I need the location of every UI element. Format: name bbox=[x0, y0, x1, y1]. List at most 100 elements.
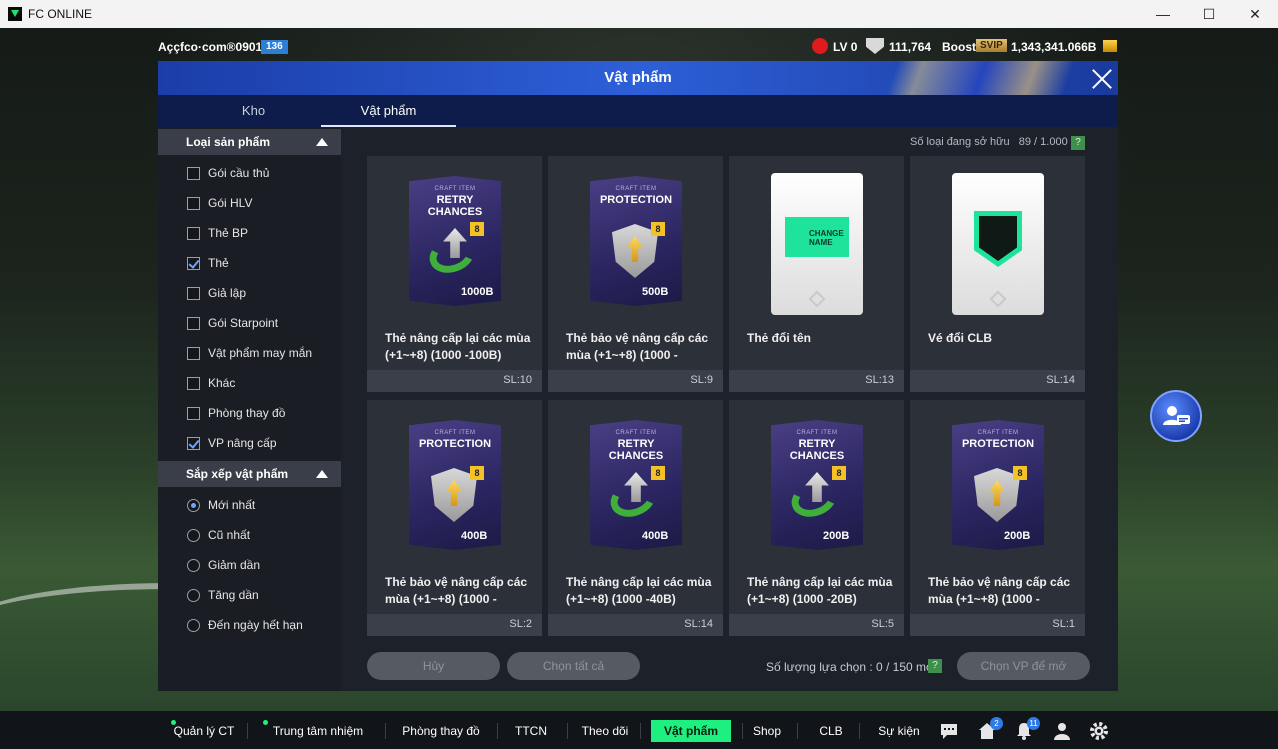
settings-gear-icon[interactable] bbox=[1089, 721, 1109, 741]
nav-su-kien[interactable]: Sự kiện bbox=[878, 720, 920, 742]
sort-section-header[interactable]: Sắp xếp vật phẩm bbox=[158, 461, 341, 487]
tab-kho[interactable]: Kho bbox=[186, 95, 321, 127]
home-icon[interactable]: 2 bbox=[977, 717, 1003, 741]
nav-separator bbox=[567, 723, 568, 739]
close-panel-icon[interactable] bbox=[1089, 66, 1115, 92]
panel-title: Vật phẩm bbox=[604, 69, 672, 86]
sort-option[interactable]: Đến ngày hết hạn bbox=[187, 616, 303, 634]
category-label: Gói Starpoint bbox=[208, 316, 279, 330]
item-image: CRAFT ITEM PROTECTION 8 200B bbox=[910, 400, 1085, 560]
craft-label: CRAFT ITEM bbox=[615, 186, 657, 192]
nav-ttcn[interactable]: TTCN bbox=[510, 720, 552, 742]
item-image bbox=[910, 156, 1085, 316]
item-footer: SL:13 bbox=[729, 370, 904, 392]
status-bar: Aççfco·com®0901q 136 LV 0 111,764 Boost … bbox=[0, 36, 1278, 58]
checkbox[interactable] bbox=[187, 436, 200, 450]
close-window-button[interactable]: ✕ bbox=[1232, 0, 1278, 28]
item-card[interactable]: Vé đổi CLB SL:14 bbox=[910, 156, 1085, 392]
pack-title: RETRY CHANCES bbox=[789, 438, 845, 462]
select-all-button[interactable]: Chọn tất cả bbox=[507, 652, 640, 680]
nav-vat-pham[interactable]: Vật phẩm bbox=[651, 720, 731, 742]
owned-help-icon[interactable]: ? bbox=[1071, 136, 1085, 150]
category-filter-option[interactable]: Vật phẩm may mắn bbox=[187, 344, 312, 362]
radio-button[interactable] bbox=[187, 558, 200, 572]
item-card[interactable]: CRAFT ITEM RETRY CHANCES 8 1000B Thẻ nâng cấ… bbox=[367, 156, 542, 392]
pack-price: 400B bbox=[461, 530, 488, 542]
nav-quan-ly-ct[interactable]: Quản lý CT bbox=[172, 720, 236, 742]
radio-button[interactable] bbox=[187, 498, 200, 512]
craft-label: CRAFT ITEM bbox=[434, 186, 476, 192]
craft-label: CRAFT ITEM bbox=[796, 430, 838, 436]
item-card[interactable]: CRAFT ITEM PROTECTION 8 200B Thẻ bảo vệ nâng… bbox=[910, 400, 1085, 636]
item-quantity: SL:5 bbox=[871, 618, 894, 630]
checkbox[interactable] bbox=[187, 226, 200, 240]
item-card[interactable]: CRAFT ITEM PROTECTION 8 500B Thẻ bảo vệ nâng… bbox=[548, 156, 723, 392]
open-items-button[interactable]: Chọn VP để mở bbox=[957, 652, 1090, 680]
item-name: Thẻ nâng cấp lại các mùa (+1~+8) (1000 -… bbox=[747, 575, 893, 606]
sort-header-label: Sắp xếp vật phẩm bbox=[186, 467, 289, 481]
category-label: Thẻ BP bbox=[208, 226, 249, 240]
item-image: CRAFT ITEM PROTECTION 8 400B bbox=[367, 400, 542, 560]
profile-icon[interactable] bbox=[1052, 721, 1072, 741]
checkbox[interactable] bbox=[187, 196, 200, 210]
minimize-button[interactable]: — bbox=[1140, 0, 1186, 28]
category-filter-option[interactable]: Gói Starpoint bbox=[187, 314, 278, 332]
tab-vat-pham[interactable]: Vật phẩm bbox=[321, 95, 456, 127]
checkbox[interactable] bbox=[187, 406, 200, 420]
selection-help-icon[interactable]: ? bbox=[928, 659, 942, 673]
radio-button[interactable] bbox=[187, 618, 200, 632]
item-card[interactable]: CHANGE NAME Thẻ đổi tên SL:13 bbox=[729, 156, 904, 392]
radio-button[interactable] bbox=[187, 528, 200, 542]
selection-count: Số lượng lựa chọn : 0 / 150 món bbox=[766, 660, 940, 674]
checkbox[interactable] bbox=[187, 286, 200, 300]
checkbox[interactable] bbox=[187, 166, 200, 180]
radio-button[interactable] bbox=[187, 588, 200, 602]
item-name: Thẻ bảo vệ nâng cấp các mùa (+1~+8) (100… bbox=[566, 331, 709, 362]
category-filter-option[interactable]: Thẻ BP bbox=[187, 224, 248, 242]
level-icon bbox=[812, 38, 828, 54]
category-filter-option[interactable]: Thẻ bbox=[187, 254, 229, 272]
category-filter-option[interactable]: Khác bbox=[187, 374, 235, 392]
nav-trung-tam-nhiem-vu[interactable]: Trung tâm nhiệm vụ bbox=[266, 720, 370, 749]
craft-item-pack: CRAFT ITEM RETRY CHANCES 8 400B bbox=[590, 420, 682, 550]
item-card[interactable]: CRAFT ITEM RETRY CHANCES 8 400B Thẻ nâng cấp… bbox=[548, 400, 723, 636]
chat-icon[interactable] bbox=[939, 721, 959, 741]
item-card[interactable]: CRAFT ITEM PROTECTION 8 400B Thẻ bảo vệ nâng… bbox=[367, 400, 542, 636]
rename-card-image: CHANGE NAME bbox=[771, 173, 863, 315]
checkbox[interactable] bbox=[187, 256, 200, 270]
item-card[interactable]: CRAFT ITEM RETRY CHANCES 8 200B Thẻ nâng cấp… bbox=[729, 400, 904, 636]
nav-phong-thay-do[interactable]: Phòng thay đồ bbox=[398, 720, 484, 742]
maximize-button[interactable]: ☐ bbox=[1186, 0, 1232, 28]
category-label: VP nâng cấp bbox=[208, 436, 277, 450]
checkbox[interactable] bbox=[187, 346, 200, 360]
sort-option[interactable]: Cũ nhất bbox=[187, 526, 250, 544]
fc-logo-icon bbox=[808, 290, 826, 308]
nav-shop[interactable]: Shop bbox=[752, 720, 782, 742]
category-section-header[interactable]: Loại sản phẩm bbox=[158, 129, 341, 155]
category-filter-option[interactable]: Gói cầu thủ bbox=[187, 164, 269, 182]
category-filter-option[interactable]: Giả lập bbox=[187, 284, 246, 302]
item-quantity: SL:14 bbox=[684, 618, 713, 630]
category-filter-option[interactable]: Phòng thay đồ bbox=[187, 404, 285, 422]
club-badge-icon bbox=[974, 211, 1022, 267]
checkbox[interactable] bbox=[187, 376, 200, 390]
window-title: FC ONLINE bbox=[28, 7, 93, 21]
friends-chat-button[interactable] bbox=[1150, 390, 1202, 442]
level-badge: 8 bbox=[832, 466, 846, 480]
window-titlebar: FC ONLINE — ☐ ✕ bbox=[0, 0, 1278, 28]
nav-clb[interactable]: CLB bbox=[817, 720, 845, 742]
category-label: Gói cầu thủ bbox=[208, 166, 270, 180]
nav-separator bbox=[497, 723, 498, 739]
nav-theo-doi[interactable]: Theo dõi bbox=[580, 720, 630, 742]
item-image: CRAFT ITEM PROTECTION 8 500B bbox=[548, 156, 723, 316]
cancel-button[interactable]: Hủy bbox=[367, 652, 500, 680]
checkbox[interactable] bbox=[187, 316, 200, 330]
sort-option[interactable]: Giảm dần bbox=[187, 556, 260, 574]
sort-option[interactable]: Mới nhất bbox=[187, 496, 255, 514]
sort-option[interactable]: Tăng dần bbox=[187, 586, 259, 604]
category-filter-option[interactable]: VP nâng cấp bbox=[187, 434, 277, 452]
bell-icon[interactable]: 11 bbox=[1014, 717, 1040, 741]
svip-badge: SVIP bbox=[976, 39, 1007, 52]
category-filter-option[interactable]: Gói HLV bbox=[187, 194, 252, 212]
pack-title: PROTECTION bbox=[961, 438, 1035, 450]
